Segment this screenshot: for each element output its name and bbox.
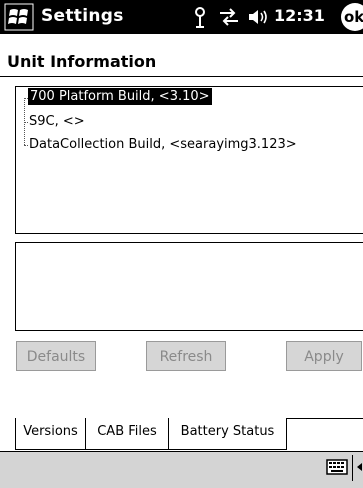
input-panel-arrow-icon[interactable] bbox=[356, 459, 363, 475]
divider bbox=[0, 76, 363, 77]
page-title: Unit Information bbox=[7, 52, 157, 71]
connectivity-arrows-icon[interactable] bbox=[218, 7, 240, 27]
version-tree[interactable] bbox=[15, 86, 363, 234]
menu-separator bbox=[352, 455, 353, 481]
tree-item-datacollection-build[interactable]: DataCollection Build, <searayimg3.123> bbox=[29, 137, 297, 152]
ok-button[interactable]: ok bbox=[341, 3, 363, 31]
tree-connector bbox=[24, 145, 28, 146]
start-menu-icon[interactable] bbox=[4, 3, 34, 31]
menu-bar bbox=[0, 451, 363, 488]
tree-item-s9c[interactable]: S9C, <> bbox=[29, 114, 85, 129]
antenna-icon[interactable] bbox=[191, 6, 209, 28]
tree-connector bbox=[24, 122, 28, 123]
refresh-button[interactable]: Refresh bbox=[146, 341, 226, 371]
tab-versions[interactable]: Versions bbox=[15, 418, 85, 450]
speaker-icon[interactable] bbox=[248, 8, 270, 26]
apply-button[interactable]: Apply bbox=[286, 341, 362, 371]
tab-cab-files[interactable]: CAB Files bbox=[85, 418, 169, 450]
clock[interactable]: 12:31 bbox=[274, 6, 325, 25]
tree-item-platform-build[interactable]: 700 Platform Build, <3.10> bbox=[28, 88, 212, 105]
details-panel bbox=[15, 242, 363, 331]
tab-battery-status[interactable]: Battery Status bbox=[169, 418, 287, 450]
tab-bar-line bbox=[287, 418, 363, 419]
app-title[interactable]: Settings bbox=[41, 6, 124, 26]
defaults-button[interactable]: Defaults bbox=[16, 341, 96, 371]
keyboard-icon[interactable] bbox=[326, 458, 348, 476]
